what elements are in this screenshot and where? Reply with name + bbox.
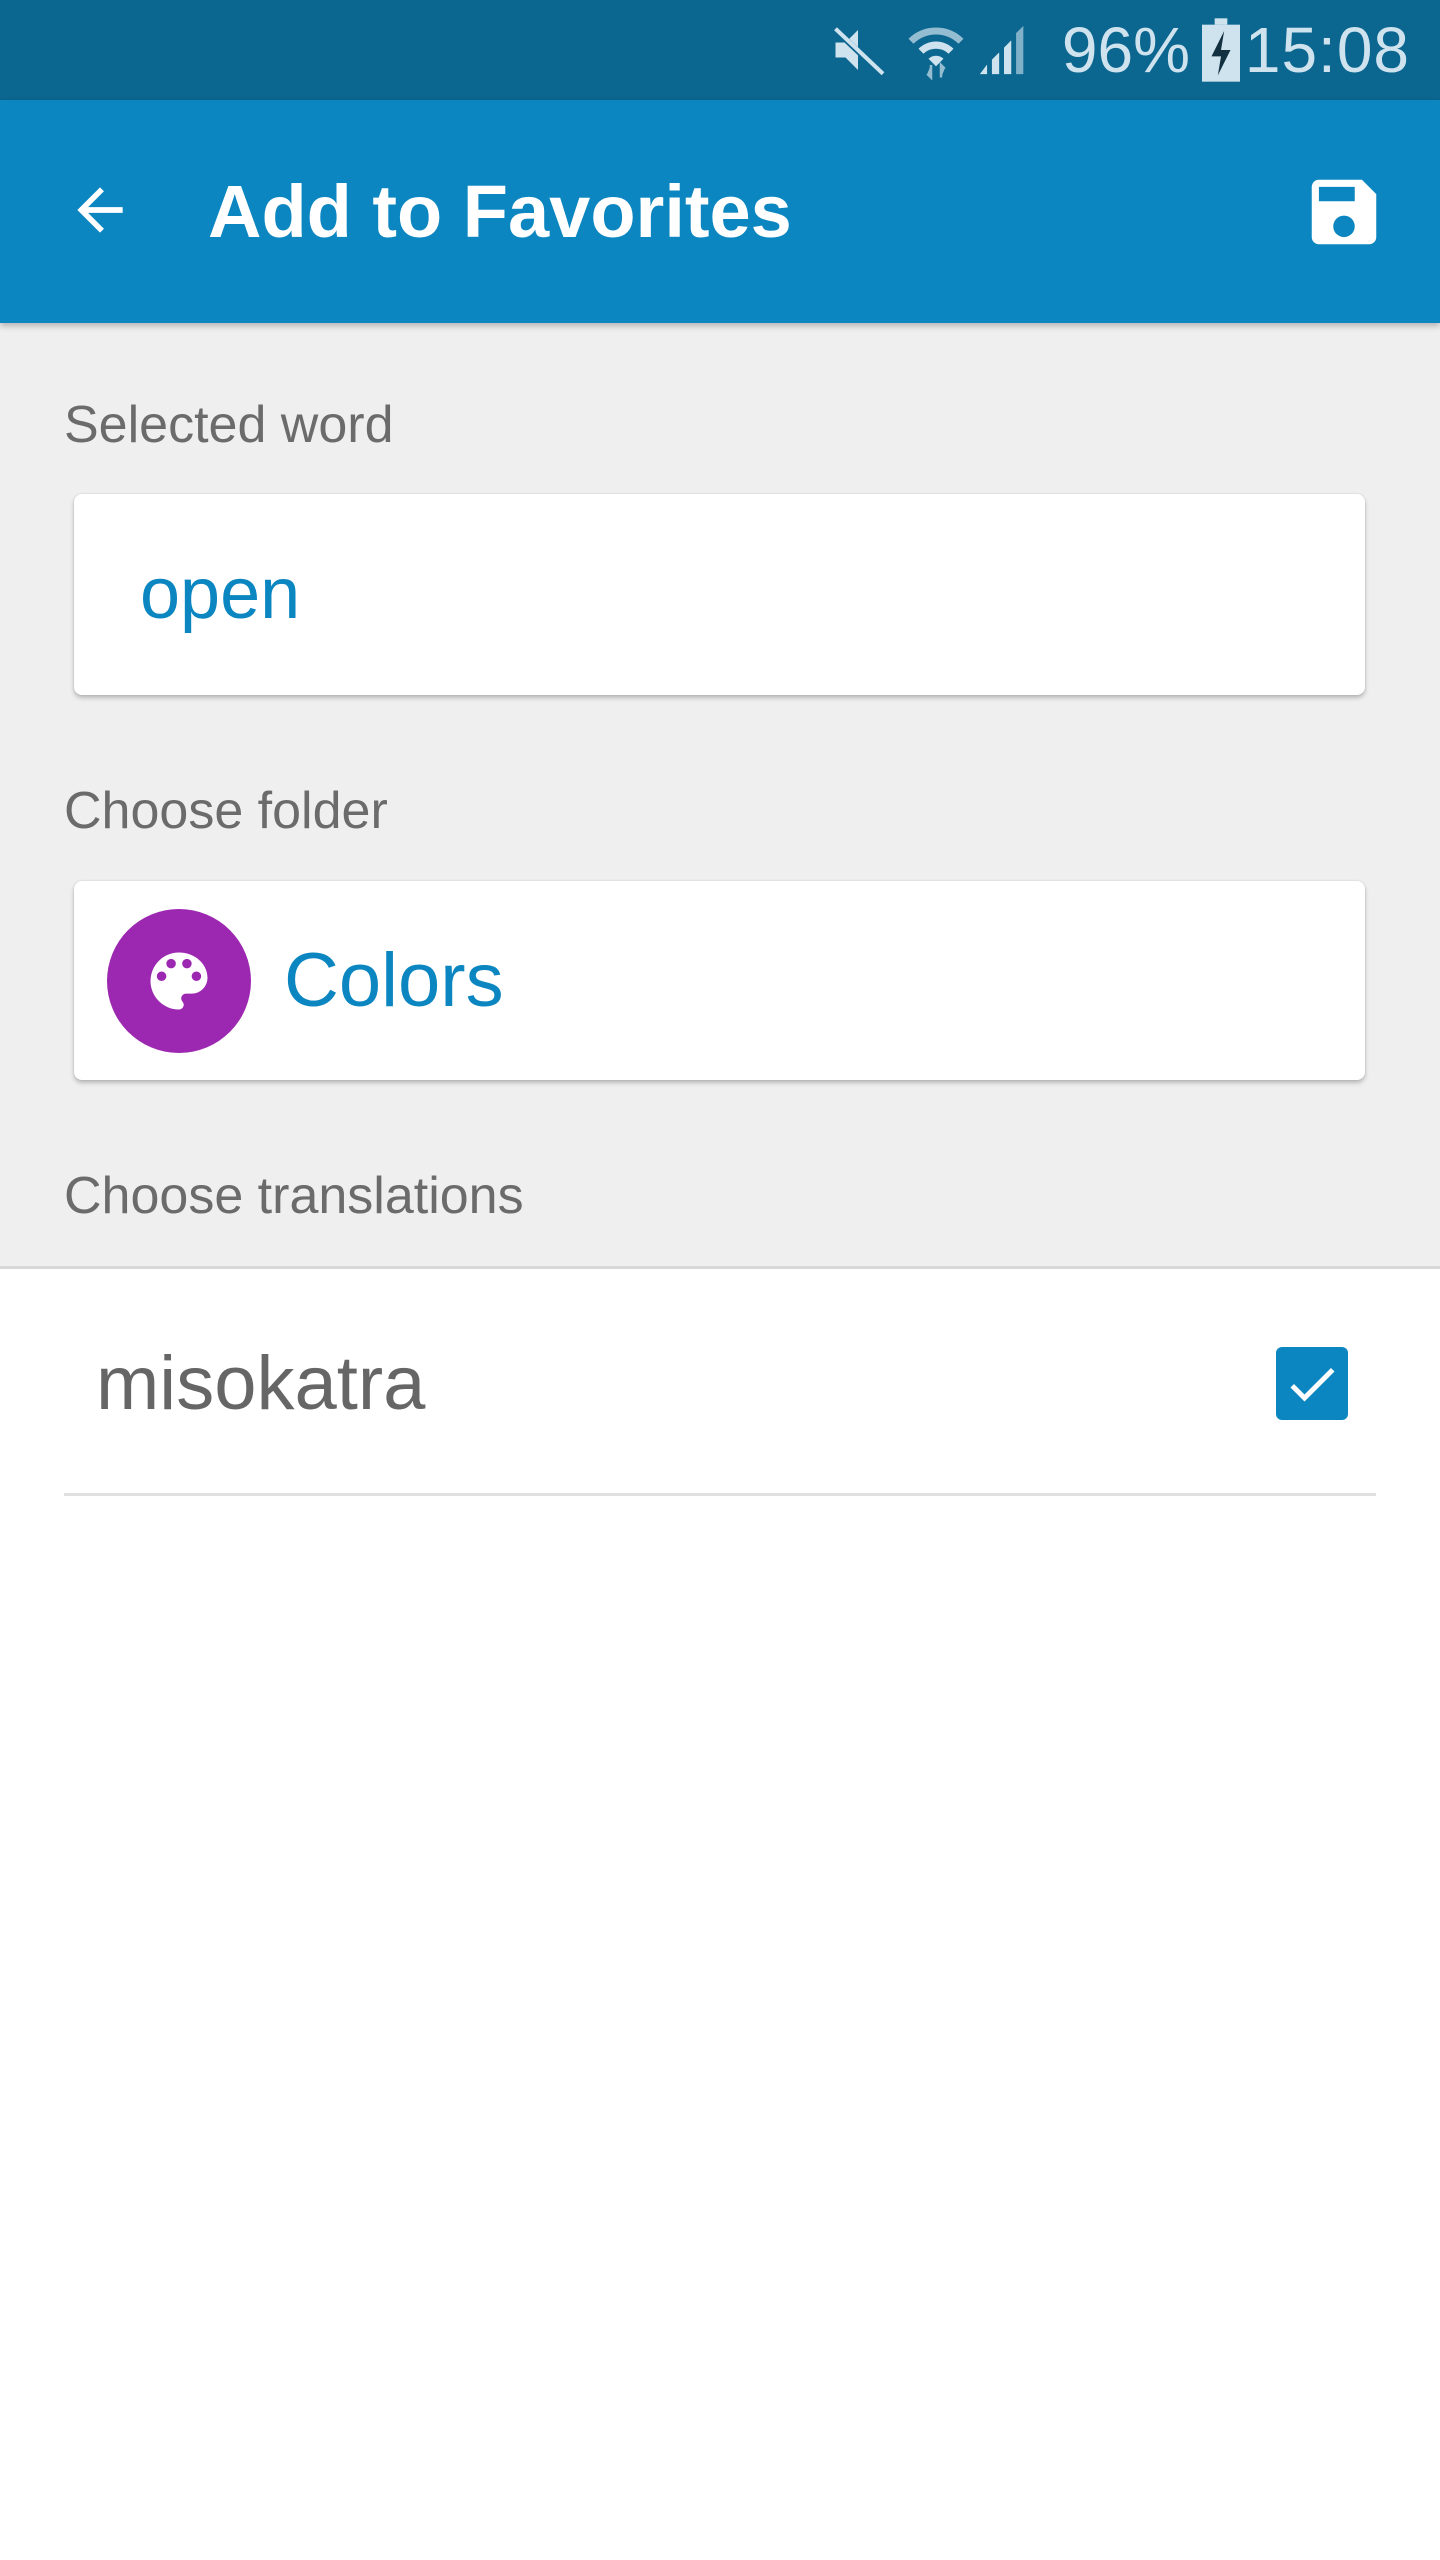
arrow-back-icon: [77, 187, 123, 233]
save-button[interactable]: [1294, 162, 1394, 262]
wifi-icon: [906, 0, 966, 100]
selected-word-label: Selected word: [64, 396, 394, 454]
folder-name: Colors: [284, 938, 504, 1023]
choose-translations-label: Choose translations: [64, 1167, 524, 1225]
folder-selector[interactable]: Colors: [74, 881, 1365, 1080]
app-bar: Add to Favorites: [0, 100, 1440, 323]
battery-percent: 96%: [1061, 14, 1190, 86]
choose-folder-label: Choose folder: [64, 782, 388, 840]
clock: 15:08: [1244, 14, 1410, 86]
back-button[interactable]: [50, 160, 150, 260]
translation-checkbox[interactable]: [1276, 1347, 1348, 1420]
status-bar: 96% 15:08: [0, 0, 1440, 100]
palette-icon: [150, 952, 208, 1010]
signal-icon: [975, 0, 1033, 100]
translation-item[interactable]: misokatra: [64, 1272, 1376, 1496]
save-icon: [1311, 179, 1377, 245]
selected-word-value: open: [140, 554, 301, 634]
selected-word-field[interactable]: open: [74, 494, 1365, 695]
check-icon: [1290, 1367, 1335, 1401]
translation-text: misokatra: [96, 1341, 426, 1426]
folder-avatar: [107, 909, 251, 1053]
battery-charging-icon: [1202, 0, 1240, 100]
add-favorite-form: Selected word open Choose folder Colors …: [0, 323, 1440, 1269]
page-title: Add to Favorites: [208, 170, 792, 253]
mute-icon: [828, 0, 888, 100]
